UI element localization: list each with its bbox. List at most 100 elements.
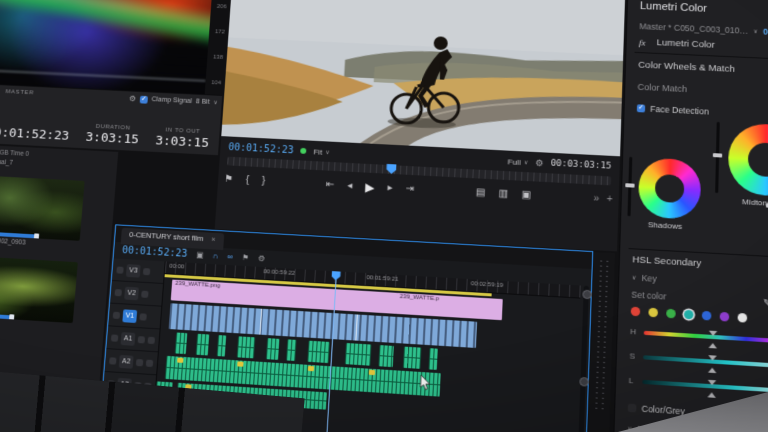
- lift-button[interactable]: ▤: [475, 183, 485, 203]
- extract-button[interactable]: ▥: [498, 184, 508, 204]
- face-detection-checkbox[interactable]: ✓: [637, 104, 645, 112]
- lock-icon[interactable]: [109, 357, 116, 364]
- lock-icon[interactable]: [116, 266, 123, 273]
- audio-clip[interactable]: [378, 345, 394, 367]
- swatch-white[interactable]: [738, 313, 748, 323]
- color-grey-checkbox[interactable]: [628, 403, 637, 412]
- fx-badge: [308, 366, 314, 371]
- track-header-v3[interactable]: V3: [112, 258, 165, 284]
- mark-in-button[interactable]: {: [245, 171, 250, 191]
- swatch-purple[interactable]: [720, 312, 730, 322]
- snap-icon[interactable]: ∩: [212, 251, 218, 260]
- mute-icon[interactable]: [136, 358, 143, 365]
- linked-selection-icon[interactable]: ∞: [227, 252, 233, 261]
- hover-scrub-bar[interactable]: [0, 231, 36, 238]
- solo-icon[interactable]: [148, 336, 155, 343]
- program-wrench-icon[interactable]: ⚙: [535, 157, 544, 168]
- face-detection-label: Face Detection: [650, 103, 709, 116]
- shadows-level-slider[interactable]: [627, 157, 632, 216]
- eye-icon[interactable]: [141, 290, 148, 297]
- lock-icon[interactable]: [111, 334, 118, 341]
- panel-title: Lumetri Color: [640, 0, 707, 14]
- audio-clip[interactable]: [429, 348, 438, 370]
- audio-clip[interactable]: [345, 343, 371, 366]
- scopes-wrench-icon[interactable]: ⚙: [129, 94, 137, 103]
- audio-clip[interactable]: [287, 339, 297, 361]
- more-controls-button[interactable]: »: [593, 189, 599, 209]
- audio-clip[interactable]: [216, 335, 226, 356]
- bit-depth-label[interactable]: 8 Bit: [196, 98, 210, 105]
- hue-range-slider[interactable]: [644, 330, 768, 343]
- in-to-out-value: 3:03:15: [155, 134, 210, 151]
- midtones-level-slider[interactable]: [715, 122, 720, 193]
- project-clip-name: C046_C002_0903: [0, 237, 26, 247]
- clamp-signal-checkbox[interactable]: ✓: [140, 95, 148, 103]
- audio-clip[interactable]: [266, 338, 280, 360]
- button-editor-button[interactable]: +: [606, 190, 613, 210]
- solo-icon[interactable]: [146, 359, 153, 366]
- mute-icon[interactable]: [138, 336, 145, 343]
- lock-icon[interactable]: [115, 289, 122, 296]
- timeline-current-timecode[interactable]: 00:01:52:23: [122, 245, 188, 259]
- master-timecode[interactable]: 00:01:52:23: [0, 125, 70, 143]
- lumetri-color-panel: Lumetri Color ☰ Master * C050_C003_010… …: [611, 0, 768, 432]
- swatch-cyan[interactable]: [684, 310, 694, 320]
- zoom-level-dropdown[interactable]: Fit ∨: [313, 147, 330, 157]
- go-to-out-button[interactable]: ⇥: [405, 180, 414, 200]
- swatch-green[interactable]: [666, 309, 676, 319]
- swatch-yellow[interactable]: [648, 308, 658, 318]
- step-back-button[interactable]: ◂: [347, 177, 353, 197]
- hover-scrub-bar[interactable]: [0, 313, 12, 320]
- add-marker-button[interactable]: ⚑: [223, 170, 233, 190]
- program-video-viewport: [221, 0, 625, 156]
- swatch-blue[interactable]: [702, 311, 712, 321]
- chevron-down-icon[interactable]: ∨: [213, 99, 218, 106]
- nest-icon[interactable]: ▣: [196, 250, 204, 259]
- luma-range-slider[interactable]: [642, 379, 768, 393]
- section-hsl-secondary[interactable]: HSL Secondary: [632, 254, 701, 269]
- macbook-laptop: MacBook Pro 240 206 172 138 104: [0, 0, 768, 432]
- chevron-down-icon[interactable]: ∨: [753, 28, 758, 35]
- program-playhead[interactable]: [386, 164, 397, 174]
- track-header-a2[interactable]: A2: [104, 349, 157, 375]
- go-to-in-button[interactable]: ⇤: [325, 175, 335, 195]
- lock-icon[interactable]: [113, 311, 120, 318]
- playback-resolution-dropdown[interactable]: Full ∨: [507, 157, 528, 167]
- audio-clip[interactable]: [196, 334, 210, 356]
- dropped-frame-indicator: [300, 148, 306, 154]
- audio-clip[interactable]: [403, 347, 421, 369]
- project-clip-thumbnail[interactable]: [0, 175, 85, 240]
- track-header-a1[interactable]: A1: [106, 326, 159, 352]
- wrench-icon[interactable]: ⚙: [258, 254, 266, 263]
- effect-name[interactable]: Lumetri Color: [657, 37, 715, 50]
- midtones-color-wheel[interactable]: [728, 122, 768, 197]
- export-frame-button[interactable]: ▣: [521, 186, 531, 206]
- mark-out-button[interactable]: }: [261, 172, 266, 192]
- audio-clip[interactable]: [307, 341, 329, 363]
- bin-breadcrumb[interactable]: Bin: Final_7: [0, 158, 13, 166]
- video-frame-cyclist: [221, 0, 625, 156]
- shadows-color-wheel[interactable]: [638, 157, 702, 220]
- project-clip-thumbnail[interactable]: [0, 256, 78, 323]
- play-button[interactable]: ▶: [365, 177, 375, 197]
- color-grey-label: Color/Grey: [641, 403, 685, 416]
- saturation-range-slider[interactable]: [643, 355, 768, 369]
- swatch-red[interactable]: [631, 307, 641, 317]
- master-clip-label[interactable]: Master * C050_C003_010…: [639, 21, 748, 35]
- sequence-name-link[interactable]: 0-CENTURY: [763, 27, 768, 39]
- audio-clip[interactable]: [237, 336, 255, 358]
- video-clip-pink[interactable]: 239_WATTE.p: [396, 293, 503, 320]
- marker-icon[interactable]: ⚑: [242, 253, 250, 262]
- color-match-label: Color Match: [637, 82, 687, 94]
- chevron-down-icon[interactable]: ∨: [632, 274, 637, 281]
- audio-clip[interactable]: [175, 332, 187, 354]
- clamp-signal-label: Clamp Signal: [151, 96, 192, 105]
- step-forward-button[interactable]: ▸: [387, 179, 393, 199]
- program-current-timecode[interactable]: 00:01:52:23: [228, 142, 294, 156]
- eyedropper-icon[interactable]: ✐: [763, 298, 768, 306]
- track-header-v1[interactable]: V1: [108, 304, 161, 330]
- eye-icon[interactable]: [139, 313, 146, 320]
- section-color-wheels[interactable]: Color Wheels & Match: [638, 60, 735, 75]
- track-header-v2[interactable]: V2: [110, 281, 163, 307]
- eye-icon[interactable]: [143, 268, 150, 275]
